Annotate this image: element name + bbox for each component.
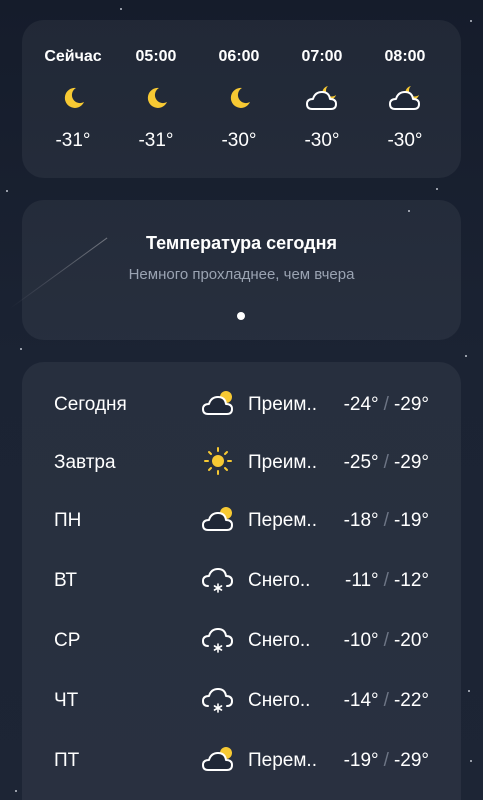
snow-cloud-icon: [202, 628, 233, 653]
snow-cloud-icon: [202, 568, 233, 593]
day-label: ПТ: [54, 750, 80, 771]
temperature-range: -18° / -19°: [344, 510, 429, 532]
day-label: ЧТ: [54, 690, 79, 711]
condition-label: Преим..: [248, 452, 318, 473]
condition-label: Перем..: [248, 750, 317, 771]
temperature-range: -25° / -29°: [344, 452, 429, 474]
day-label: ВТ: [54, 570, 78, 591]
moon-icon: [147, 87, 167, 108]
low-temp: -19°: [393, 510, 429, 531]
snow-cloud-icon: [202, 688, 233, 713]
daily-forecast-card: Сегодня Преим.. -24° / -29° Завтра Преим..…: [22, 362, 461, 800]
hour-time: 07:00: [301, 48, 343, 65]
hourly-item: 08:00 -30°: [365, 20, 445, 178]
hour-temp: -30°: [387, 130, 423, 151]
temp-separator: /: [383, 394, 389, 415]
temperature-range: -24° / -29°: [344, 394, 429, 416]
high-temp: -24°: [343, 394, 379, 415]
daily-row-today[interactable]: Сегодня Преим.. -24° / -29°: [22, 384, 461, 424]
day-label: Сегодня: [54, 394, 127, 415]
high-temp: -19°: [343, 750, 379, 771]
daily-row-fri[interactable]: ПТ Перем.. -19° / -29°: [22, 740, 461, 780]
daily-row-thu[interactable]: ЧТ Снего.. -14° / -22°: [22, 680, 461, 720]
temp-separator: /: [383, 510, 389, 531]
condition-label: Преим..: [248, 394, 318, 415]
moon-icon: [64, 87, 84, 108]
hourly-item: Сейчас -31°: [33, 20, 113, 178]
temp-separator: /: [383, 630, 389, 651]
high-temp: -10°: [343, 630, 379, 651]
day-label: Завтра: [54, 452, 116, 473]
low-temp: -29°: [393, 452, 429, 473]
condition-label: Перем..: [248, 510, 317, 531]
low-temp: -29°: [393, 750, 429, 771]
condition-label: Снего..: [248, 570, 311, 591]
daily-row-tue[interactable]: ВТ Снего.. -11° / -12°: [22, 560, 461, 600]
hour-time: Сейчас: [44, 48, 102, 65]
day-label: СР: [54, 630, 81, 651]
low-temp: -12°: [393, 570, 429, 591]
temperature-range: -14° / -22°: [344, 690, 429, 712]
cloud-sun-icon: [202, 391, 233, 415]
cloud-moon-icon: [389, 86, 420, 110]
condition-label: Снего..: [248, 690, 311, 711]
high-temp: -14°: [343, 690, 379, 711]
low-temp: -29°: [393, 394, 429, 415]
hour-time: 06:00: [218, 48, 260, 65]
sun-icon: [204, 447, 232, 475]
summary-subtitle: Немного прохладнее, чем вчера: [128, 266, 355, 283]
cloud-moon-icon: [306, 86, 337, 110]
cloud-sun-icon: [202, 507, 233, 531]
daily-row-mon[interactable]: ПН Перем.. -18° / -19°: [22, 500, 461, 540]
temp-separator: /: [383, 570, 389, 591]
low-temp: -22°: [393, 690, 429, 711]
day-label: ПН: [54, 510, 82, 531]
page-indicator-dot: [237, 312, 245, 320]
hourly-item: 05:00 -31°: [116, 20, 196, 178]
temperature-range: -19° / -29°: [344, 750, 429, 772]
high-temp: -25°: [343, 452, 379, 473]
temperature-range: -10° / -20°: [344, 630, 429, 652]
cloud-sun-icon: [202, 747, 233, 771]
hour-temp: -31°: [55, 130, 91, 151]
temp-separator: /: [383, 750, 389, 771]
hourly-item: 06:00 -30°: [199, 20, 279, 178]
daily-row-tomorrow[interactable]: Завтра Преим.. -25° / -29°: [22, 442, 461, 482]
hour-temp: -31°: [138, 130, 174, 151]
low-temp: -20°: [393, 630, 429, 651]
high-temp: -18°: [343, 510, 379, 531]
moon-icon: [230, 87, 250, 108]
hourly-item: 07:00 -30°: [282, 20, 362, 178]
hour-time: 08:00: [384, 48, 426, 65]
temp-separator: /: [383, 452, 389, 473]
temp-separator: /: [383, 690, 389, 711]
summary-title: Температура сегодня: [146, 233, 337, 253]
hour-time: 05:00: [135, 48, 177, 65]
temperature-range: -11° / -12°: [345, 570, 429, 592]
hour-temp: -30°: [304, 130, 340, 151]
high-temp: -11°: [345, 570, 379, 591]
daily-row-wed[interactable]: СР Снего.. -10° / -20°: [22, 620, 461, 660]
hour-temp: -30°: [221, 130, 257, 151]
temperature-summary-card[interactable]: Температура сегодня Немного прохладнее, …: [22, 200, 461, 340]
hourly-forecast-card: Сейчас -31° 05:00 -31° 06:00 -30° 07:00 …: [22, 20, 461, 178]
condition-label: Снего..: [248, 630, 311, 651]
